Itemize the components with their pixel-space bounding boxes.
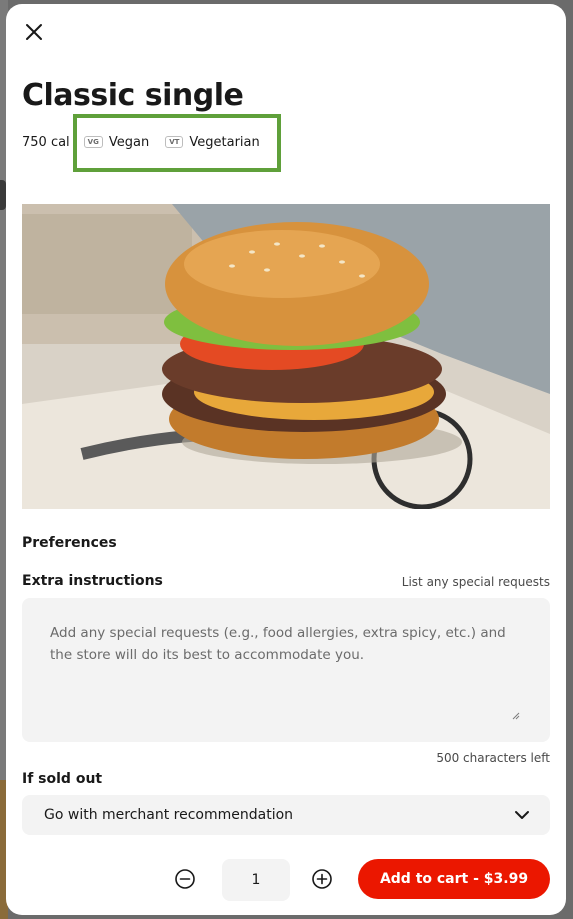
item-title: Classic single xyxy=(22,78,244,113)
resize-handle-icon[interactable] xyxy=(512,712,520,720)
item-photo xyxy=(22,204,550,509)
special-requests-field-wrapper xyxy=(22,598,550,742)
if-sold-out-label: If sold out xyxy=(22,771,103,787)
extra-instructions-hint: List any special requests xyxy=(401,575,550,589)
increase-quantity-button[interactable] xyxy=(311,868,333,890)
add-to-cart-button[interactable]: Add to cart - $3.99 xyxy=(358,859,550,899)
extra-instructions-label: Extra instructions xyxy=(22,573,163,589)
calories-label: 750 cal xyxy=(22,134,70,150)
chevron-down-icon xyxy=(515,811,529,819)
highlight-annotation-box xyxy=(73,114,281,172)
plus-circle-icon xyxy=(312,869,332,889)
close-icon xyxy=(26,24,42,40)
decrease-quantity-button[interactable] xyxy=(174,868,196,890)
close-button[interactable] xyxy=(20,18,48,46)
preferences-heading: Preferences xyxy=(22,535,117,551)
minus-circle-icon xyxy=(175,869,195,889)
characters-left-counter: 500 characters left xyxy=(436,751,550,765)
sold-out-selected-value: Go with merchant recommendation xyxy=(44,807,294,823)
burger-image xyxy=(22,204,550,509)
special-requests-input[interactable] xyxy=(22,598,550,742)
sold-out-select[interactable]: Go with merchant recommendation xyxy=(22,795,550,835)
cart-footer: Add to cart - $3.99 xyxy=(6,856,566,902)
quantity-input[interactable] xyxy=(222,859,290,901)
item-modal: Classic single 750 cal VG Vegan VT Veget… xyxy=(6,4,566,915)
